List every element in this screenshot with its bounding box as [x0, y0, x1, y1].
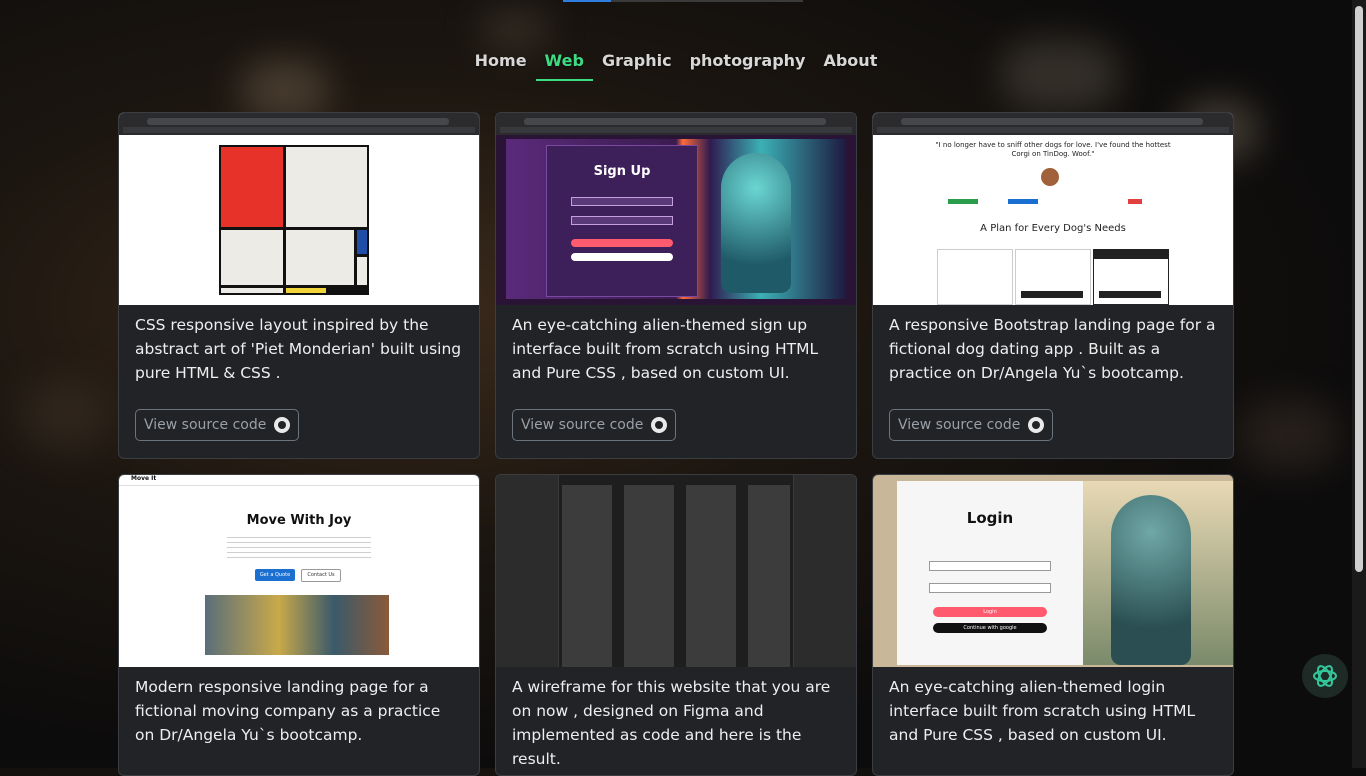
card-description: An eye-catching alien-themed sign up int…: [512, 316, 819, 382]
contact-us-button: Contact Us: [301, 569, 341, 582]
login-button: Login: [933, 607, 1047, 617]
ai-assistant-button[interactable]: [1302, 654, 1348, 698]
get-quote-button: Get a Quote: [255, 569, 295, 581]
card-description: A responsive Bootstrap landing page for …: [889, 316, 1216, 382]
project-card: Move It Move With Joy Get a Quote Contac…: [118, 474, 480, 776]
google-button: Continue with google: [933, 623, 1047, 633]
browser-chrome: [496, 113, 856, 135]
project-card: "I no longer have to sniff other dogs fo…: [872, 112, 1234, 459]
button-label: View source code: [144, 417, 267, 433]
nav-graphic[interactable]: Graphic: [593, 48, 681, 73]
button-label: View source code: [521, 417, 644, 433]
signup-title: Sign Up: [593, 164, 651, 179]
browser-chrome: [873, 113, 1233, 135]
figma-wireframe-screenshot[interactable]: [496, 475, 856, 667]
nav-web[interactable]: Web: [535, 48, 594, 81]
card-description: Modern responsive landing page for a fic…: [135, 678, 441, 744]
alien-login-screenshot[interactable]: Login Login Continue with google: [873, 475, 1233, 667]
moving-company-screenshot[interactable]: Move It Move With Joy Get a Quote Contac…: [119, 475, 479, 667]
moving-heading: Move With Joy: [246, 513, 352, 528]
nav-home[interactable]: Home: [466, 48, 536, 73]
card-description: CSS responsive layout inspired by the ab…: [135, 316, 462, 382]
mondrian-screenshot[interactable]: [119, 113, 479, 305]
alien-signup-screenshot[interactable]: Sign Up: [496, 113, 856, 305]
scrollbar-thumb[interactable]: [1355, 6, 1363, 572]
tindog-plan-heading: A Plan for Every Dog's Needs: [980, 223, 1126, 234]
card-description: A wireframe for this website that you ar…: [512, 678, 831, 768]
nav-photography[interactable]: photography: [681, 48, 815, 73]
tindog-quote: "I no longer have to sniff other dogs fo…: [935, 141, 1171, 158]
github-icon: [1028, 417, 1045, 433]
github-icon: [274, 417, 291, 433]
tindog-screenshot[interactable]: "I no longer have to sniff other dogs fo…: [873, 113, 1233, 305]
project-card: A wireframe for this website that you ar…: [495, 474, 857, 776]
view-source-button[interactable]: View source code: [135, 409, 300, 441]
button-label: View source code: [898, 417, 1021, 433]
project-card: Login Login Continue with google An eye-…: [872, 474, 1234, 776]
ai-assistant-icon: [1313, 665, 1337, 687]
view-source-button[interactable]: View source code: [512, 409, 677, 441]
view-source-button[interactable]: View source code: [889, 409, 1054, 441]
main-nav: Home Web Graphic photography About: [0, 48, 1352, 81]
top-progress-active: [563, 0, 611, 2]
browser-chrome: [119, 113, 479, 135]
moving-brand: Move It: [131, 475, 157, 482]
github-icon: [651, 417, 668, 433]
nav-about[interactable]: About: [814, 48, 886, 73]
login-title: Login: [966, 509, 1014, 527]
project-card: CSS responsive layout inspired by the ab…: [118, 112, 480, 459]
project-card: Sign Up An eye-catching alien-themed sig…: [495, 112, 857, 459]
card-description: An eye-catching alien-themed login inter…: [889, 678, 1196, 744]
